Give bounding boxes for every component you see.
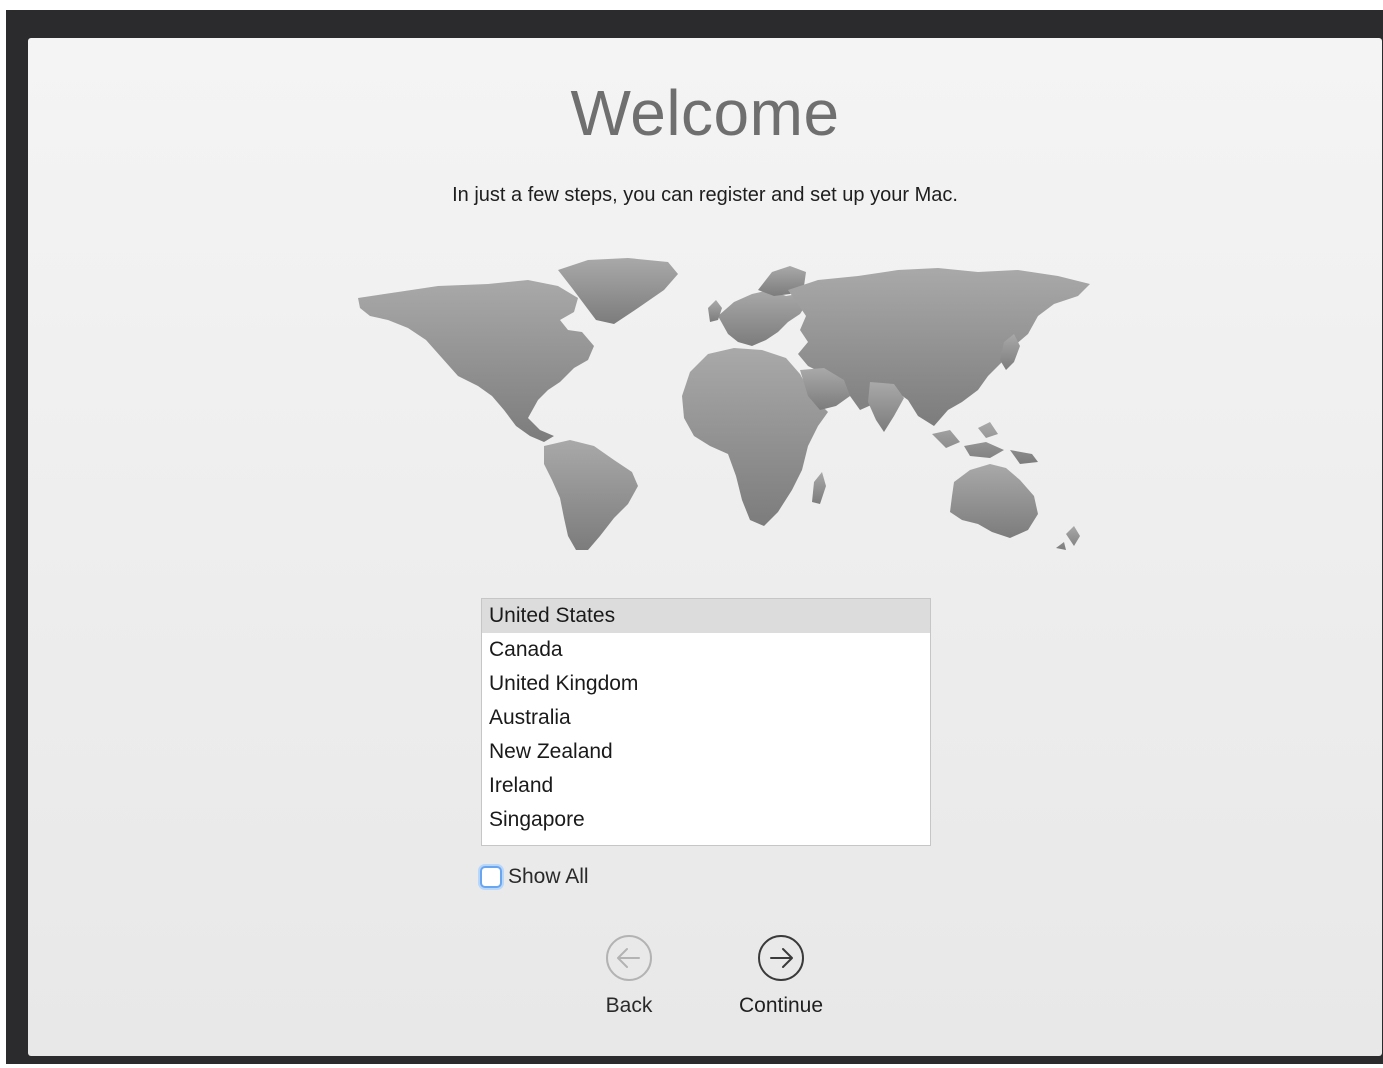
continue-button[interactable]: Continue xyxy=(716,934,846,1018)
back-button[interactable]: Back xyxy=(564,934,694,1018)
list-item[interactable]: United States xyxy=(482,599,930,633)
country-list[interactable]: United States Canada United Kingdom Aust… xyxy=(481,598,931,846)
list-item[interactable]: United Kingdom xyxy=(482,667,930,701)
australia-shape xyxy=(950,464,1038,538)
show-all-checkbox-row[interactable]: Show All xyxy=(480,862,589,892)
north-america-shape xyxy=(358,280,594,442)
new-zealand-shape xyxy=(1056,526,1080,550)
greenland-shape xyxy=(558,258,678,324)
arrow-right-circle-icon[interactable] xyxy=(757,934,805,982)
back-button-label: Back xyxy=(605,994,653,1017)
setup-assistant-window: Welcome In just a few steps, you can reg… xyxy=(28,38,1382,1056)
page-title: Welcome xyxy=(570,77,840,149)
list-item[interactable]: Ireland xyxy=(482,769,930,803)
list-item[interactable]: Canada xyxy=(482,633,930,667)
show-all-checkbox[interactable] xyxy=(480,866,502,888)
screen-frame: Welcome In just a few steps, you can reg… xyxy=(6,10,1383,1064)
list-item[interactable]: Singapore xyxy=(482,803,930,837)
south-america-shape xyxy=(544,440,638,550)
continue-button-label: Continue xyxy=(738,994,824,1017)
page-subtitle: In just a few steps, you can register an… xyxy=(452,184,958,206)
list-item[interactable]: New Zealand xyxy=(482,735,930,769)
world-map-image xyxy=(358,258,1090,550)
southeast-asia-islands-shape xyxy=(932,422,1038,464)
list-item[interactable]: Australia xyxy=(482,701,930,735)
madagascar-shape xyxy=(812,472,826,504)
show-all-label[interactable]: Show All xyxy=(508,865,589,889)
continents xyxy=(358,258,1090,550)
arrow-left-circle-icon[interactable] xyxy=(605,934,653,982)
